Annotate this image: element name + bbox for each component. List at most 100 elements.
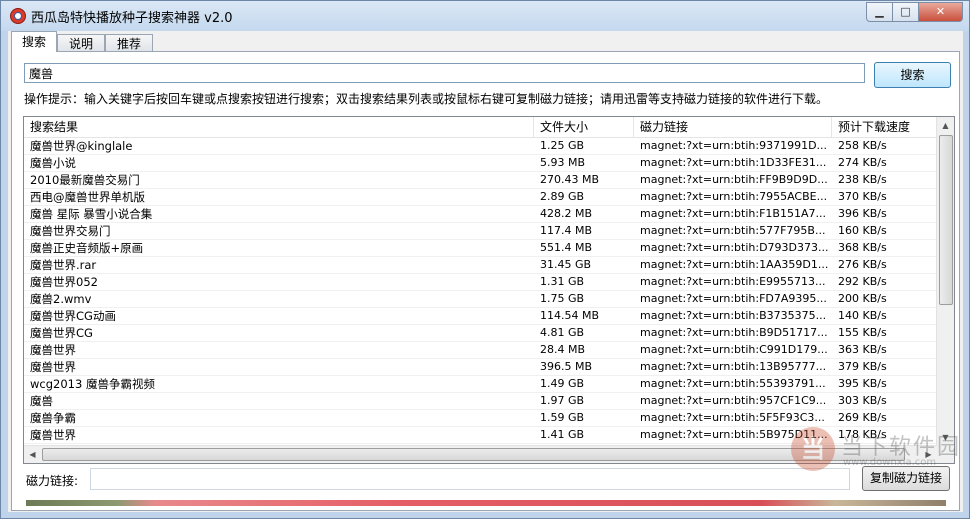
result-name: 魔兽小说: [30, 156, 76, 170]
result-magnet: magnet:?xt=urn:btih:B3735375...: [640, 309, 827, 322]
search-input[interactable]: [24, 63, 865, 83]
tab-recommend[interactable]: 推荐: [105, 34, 153, 52]
result-speed: 395 KB/s: [838, 377, 887, 390]
result-name: 魔兽争霸: [30, 411, 76, 425]
table-row[interactable]: 魔兽世界 28.4 MB magnet:?xt=urn:btih:C991D179.…: [24, 342, 937, 359]
horizontal-scrollbar[interactable]: ◀ ▶: [24, 445, 937, 463]
result-speed: 178 KB/s: [838, 428, 887, 441]
table-row[interactable]: wcg2013 魔兽争霸视频 1.49 GB magnet:?xt=urn:btih…: [24, 376, 937, 393]
table-row[interactable]: 魔兽世界.rar 31.45 GB magnet:?xt=urn:btih:1AA3…: [24, 257, 937, 274]
results-header: 搜索结果 文件大小 磁力链接 预计下载速度: [24, 117, 937, 138]
app-logo-icon: [10, 8, 26, 24]
scroll-right-icon[interactable]: ▶: [920, 446, 937, 463]
table-row[interactable]: 魔兽2.wmv 1.75 GB magnet:?xt=urn:btih:FD7A93…: [24, 291, 937, 308]
table-row[interactable]: 魔兽小说 5.93 MB magnet:?xt=urn:btih:1D33FE31.…: [24, 155, 937, 172]
table-row[interactable]: 2010最新魔兽交易门 270.43 MB magnet:?xt=urn:btih:…: [24, 172, 937, 189]
result-magnet: magnet:?xt=urn:btih:13B95777...: [640, 360, 827, 373]
result-speed: 292 KB/s: [838, 275, 887, 288]
operation-tips: 操作提示：输入关键字后按回车键或点搜索按钮进行搜索；双击搜索结果列表或按鼠标右键…: [24, 92, 829, 106]
result-name: 魔兽正史音频版+原画: [30, 241, 144, 255]
result-name: 魔兽 星际 暴雪小说合集: [30, 207, 153, 221]
result-magnet: magnet:?xt=urn:btih:E9955713...: [640, 275, 826, 288]
results-list[interactable]: 搜索结果 文件大小 磁力链接 预计下载速度 魔兽世界@kinglale 1.25 …: [23, 116, 955, 464]
result-name: 魔兽世界: [30, 360, 76, 374]
result-size: 1.49 GB: [540, 377, 585, 390]
result-size: 1.31 GB: [540, 275, 585, 288]
result-name: 魔兽2.wmv: [30, 292, 92, 306]
table-row[interactable]: 魔兽世界@kinglale 1.25 GB magnet:?xt=urn:btih:…: [24, 138, 937, 155]
result-speed: 396 KB/s: [838, 207, 887, 220]
tab-search[interactable]: 搜索: [11, 31, 57, 52]
result-speed: 140 KB/s: [838, 309, 887, 322]
result-size: 31.45 GB: [540, 258, 592, 271]
result-size: 270.43 MB: [540, 173, 600, 186]
result-name: 魔兽世界CG动画: [30, 309, 116, 323]
result-name: 魔兽世界@kinglale: [30, 139, 133, 153]
result-magnet: magnet:?xt=urn:btih:7955ACBE...: [640, 190, 828, 203]
result-speed: 269 KB/s: [838, 411, 887, 424]
result-speed: 303 KB/s: [838, 394, 887, 407]
result-size: 396.5 MB: [540, 360, 593, 373]
magnet-link-field[interactable]: [90, 468, 850, 490]
result-name: 魔兽世界: [30, 428, 76, 442]
horizontal-scroll-thumb[interactable]: [42, 448, 905, 461]
result-speed: 258 KB/s: [838, 139, 887, 152]
result-speed: 379 KB/s: [838, 360, 887, 373]
table-row[interactable]: 魔兽争霸 1.59 GB magnet:?xt=urn:btih:5F5F93C3.…: [24, 410, 937, 427]
result-size: 28.4 MB: [540, 343, 586, 356]
result-name: 魔兽世界交易门: [30, 224, 111, 238]
table-row[interactable]: 魔兽正史音频版+原画 551.4 MB magnet:?xt=urn:btih:D7…: [24, 240, 937, 257]
table-row[interactable]: 魔兽 1.97 GB magnet:?xt=urn:btih:957CF1C9...…: [24, 393, 937, 410]
scroll-down-icon[interactable]: ▼: [937, 429, 954, 446]
table-row[interactable]: 魔兽世界 396.5 MB magnet:?xt=urn:btih:13B95777…: [24, 359, 937, 376]
result-name: wcg2013 魔兽争霸视频: [30, 377, 155, 391]
result-magnet: magnet:?xt=urn:btih:C991D179...: [640, 343, 828, 356]
table-row[interactable]: 魔兽世界 1.41 GB magnet:?xt=urn:btih:5B975D11.…: [24, 427, 937, 444]
banner-strip: [26, 500, 946, 506]
scroll-left-icon[interactable]: ◀: [24, 446, 41, 463]
vertical-scroll-thumb[interactable]: [939, 135, 953, 305]
vertical-scrollbar[interactable]: ▲ ▼: [936, 117, 954, 446]
title-bar[interactable]: 西瓜岛特快播放种子搜索神器 v2.0 ▁ □ ✕: [1, 1, 969, 31]
result-name: 魔兽世界: [30, 343, 76, 357]
close-button[interactable]: ✕: [919, 2, 963, 22]
result-speed: 160 KB/s: [838, 224, 887, 237]
result-size: 1.97 GB: [540, 394, 585, 407]
result-magnet: magnet:?xt=urn:btih:FD7A9395...: [640, 292, 827, 305]
search-panel: 搜索 操作提示：输入关键字后按回车键或点搜索按钮进行搜索；双击搜索结果列表或按鼠…: [11, 51, 960, 511]
search-button[interactable]: 搜索: [874, 62, 951, 88]
table-row[interactable]: 魔兽 星际 暴雪小说合集 428.2 MB magnet:?xt=urn:btih:…: [24, 206, 937, 223]
scroll-up-icon[interactable]: ▲: [937, 117, 954, 134]
result-speed: 274 KB/s: [838, 156, 887, 169]
result-speed: 276 KB/s: [838, 258, 887, 271]
copy-magnet-button[interactable]: 复制磁力链接: [862, 466, 950, 491]
result-name: 2010最新魔兽交易门: [30, 173, 140, 187]
result-name: 魔兽世界CG: [30, 326, 93, 340]
result-magnet: magnet:?xt=urn:btih:B9D51717...: [640, 326, 828, 339]
column-header-speed[interactable]: 预计下载速度: [832, 117, 937, 137]
result-size: 1.41 GB: [540, 428, 585, 441]
result-size: 117.4 MB: [540, 224, 593, 237]
maximize-button[interactable]: □: [893, 2, 919, 22]
scrollbar-corner: [937, 446, 954, 463]
table-row[interactable]: 西电@魔兽世界单机版 2.89 GB magnet:?xt=urn:btih:795…: [24, 189, 937, 206]
table-row[interactable]: 魔兽世界交易门 117.4 MB magnet:?xt=urn:btih:577F7…: [24, 223, 937, 240]
table-row[interactable]: 魔兽世界052 1.31 GB magnet:?xt=urn:btih:E99557…: [24, 274, 937, 291]
result-magnet: magnet:?xt=urn:btih:5F5F93C3...: [640, 411, 825, 424]
result-size: 4.81 GB: [540, 326, 585, 339]
tab-instructions[interactable]: 说明: [57, 34, 105, 52]
minimize-button[interactable]: ▁: [866, 2, 893, 22]
table-row[interactable]: 魔兽世界CG 4.81 GB magnet:?xt=urn:btih:B9D5171…: [24, 325, 937, 342]
result-size: 428.2 MB: [540, 207, 593, 220]
result-magnet: magnet:?xt=urn:btih:FF9B9D9D...: [640, 173, 828, 186]
column-header-magnet[interactable]: 磁力链接: [634, 117, 832, 137]
result-magnet: magnet:?xt=urn:btih:1AA359D1...: [640, 258, 829, 271]
column-header-result[interactable]: 搜索结果: [24, 117, 534, 137]
table-row[interactable]: 魔兽世界CG动画 114.54 MB magnet:?xt=urn:btih:B37…: [24, 308, 937, 325]
result-name: 魔兽世界.rar: [30, 258, 97, 272]
result-size: 551.4 MB: [540, 241, 593, 254]
result-magnet: magnet:?xt=urn:btih:F1B151A7...: [640, 207, 826, 220]
result-speed: 238 KB/s: [838, 173, 887, 186]
result-name: 西电@魔兽世界单机版: [30, 190, 145, 204]
column-header-size[interactable]: 文件大小: [534, 117, 634, 137]
